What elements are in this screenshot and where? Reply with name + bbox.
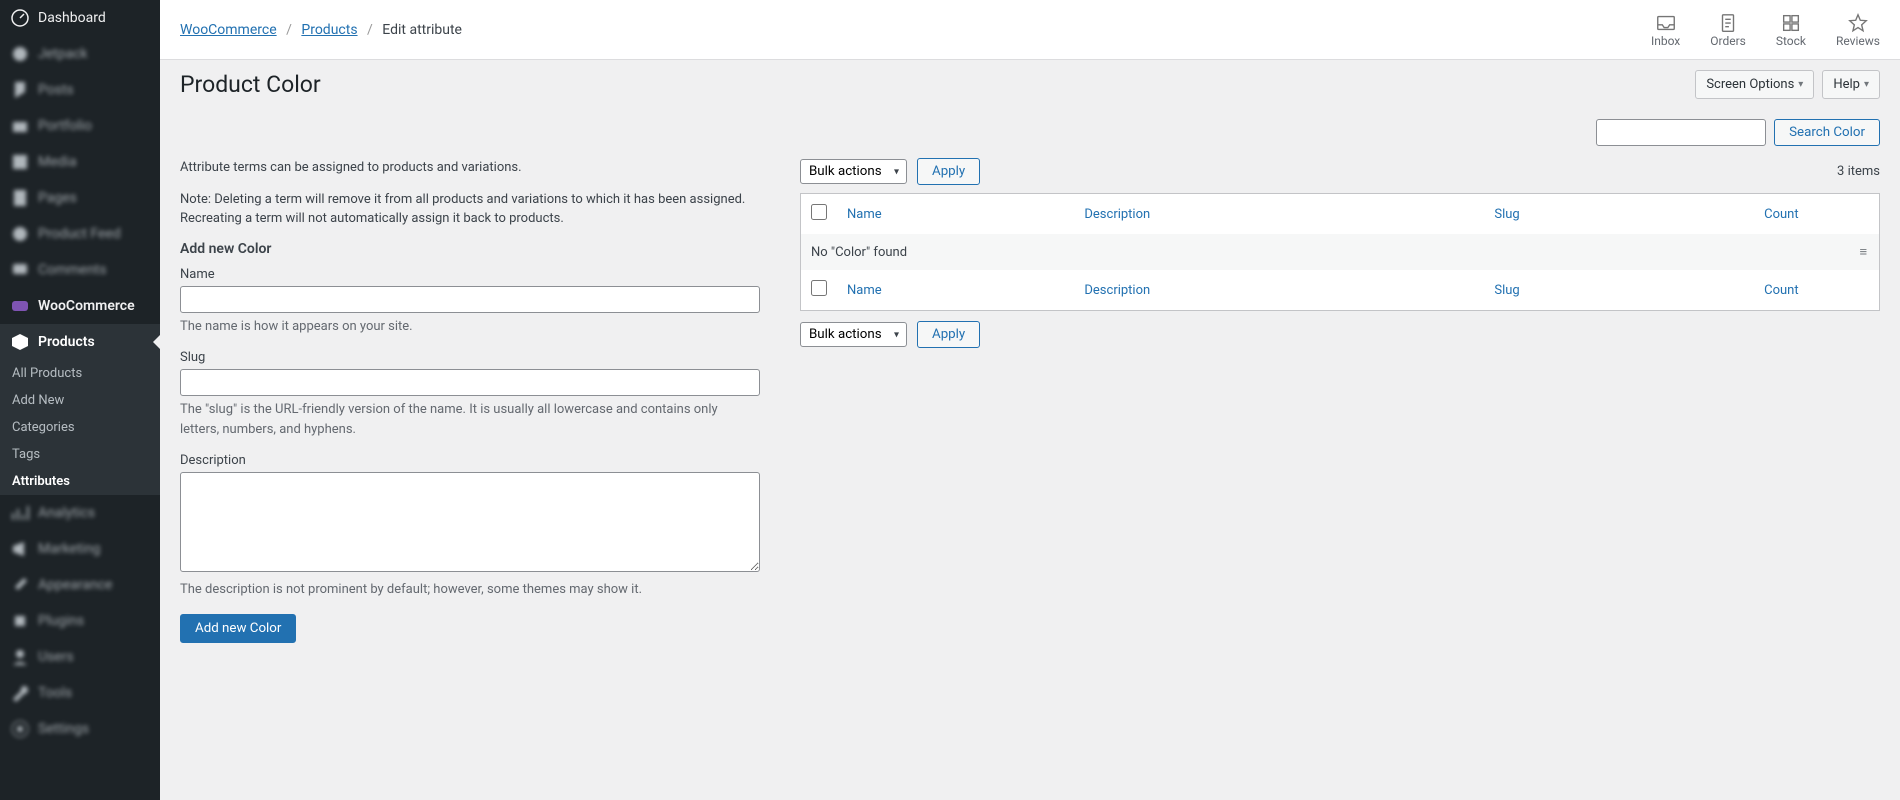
submenu-all-products[interactable]: All Products <box>0 360 160 387</box>
bulk-actions-top[interactable]: Bulk actions <box>800 159 907 184</box>
page-content: Product Color Screen Options Help Search… <box>160 60 1900 800</box>
bulk-actions-bottom[interactable]: Bulk actions <box>800 322 907 347</box>
sidebar-item-settings[interactable]: Settings <box>0 711 160 747</box>
generic-icon <box>10 44 30 64</box>
breadcrumb-products[interactable]: Products <box>301 22 357 38</box>
add-new-heading: Add new Color <box>180 241 760 257</box>
feed-icon <box>10 224 30 244</box>
sidebar-item-products[interactable]: Products <box>0 324 160 360</box>
sidebar-item-productfeed[interactable]: Product Feed <box>0 216 160 252</box>
sidebar-item-comments[interactable]: Comments <box>0 252 160 288</box>
brush-icon <box>10 575 30 595</box>
col-count[interactable]: Count <box>1764 207 1798 222</box>
briefcase-icon <box>10 116 30 136</box>
sidebar-item-jetpack[interactable]: Jetpack <box>0 36 160 72</box>
megaphone-icon <box>10 539 30 559</box>
no-items-message: No "Color" found <box>801 234 1850 270</box>
intro-text: Attribute terms can be assigned to produ… <box>180 158 760 178</box>
help-button[interactable]: Help <box>1822 70 1880 99</box>
sidebar-item-media[interactable]: Media <box>0 144 160 180</box>
items-count: 3 items <box>1837 164 1880 179</box>
woocommerce-icon <box>10 296 30 316</box>
description-input[interactable] <box>180 472 760 572</box>
submenu-attributes[interactable]: Attributes <box>0 468 160 495</box>
orders-button[interactable]: Orders <box>1710 12 1746 48</box>
col-description-foot[interactable]: Description <box>1084 283 1150 298</box>
breadcrumb: WooCommerce / Products / Edit attribute <box>180 6 462 54</box>
sidebar-label: Dashboard <box>38 10 106 26</box>
sidebar-item-posts[interactable]: Posts <box>0 72 160 108</box>
sidebar-item-appearance[interactable]: Appearance <box>0 567 160 603</box>
sidebar-item-pages[interactable]: Pages <box>0 180 160 216</box>
reviews-icon <box>1847 12 1869 34</box>
search-button[interactable]: Search Color <box>1774 119 1880 146</box>
chart-icon <box>10 503 30 523</box>
sidebar-label: WooCommerce <box>38 298 135 314</box>
wrench-icon <box>10 683 30 703</box>
comment-icon <box>10 260 30 280</box>
page-icon <box>10 188 30 208</box>
sidebar-item-woocommerce[interactable]: WooCommerce <box>0 288 160 324</box>
select-all-bottom[interactable] <box>811 280 827 296</box>
col-name-foot[interactable]: Name <box>847 283 882 298</box>
admin-sidebar: Dashboard Jetpack Posts Portfolio Media … <box>0 0 160 800</box>
sidebar-item-analytics[interactable]: Analytics <box>0 495 160 531</box>
submenu-categories[interactable]: Categories <box>0 414 160 441</box>
screen-options-button[interactable]: Screen Options <box>1695 70 1814 99</box>
name-input[interactable] <box>180 286 760 313</box>
name-desc: The name is how it appears on your site. <box>180 317 760 337</box>
slug-input[interactable] <box>180 369 760 396</box>
sidebar-item-portfolio[interactable]: Portfolio <box>0 108 160 144</box>
reorder-icon: ≡ <box>1850 234 1880 270</box>
terms-list: Bulk actions Apply 3 items Name Descript… <box>800 158 1880 643</box>
user-icon <box>10 647 30 667</box>
name-label: Name <box>180 267 760 282</box>
page-title: Product Color <box>180 71 321 98</box>
apply-top[interactable]: Apply <box>917 158 980 185</box>
gear-icon <box>10 719 30 739</box>
submit-button[interactable]: Add new Color <box>180 614 296 643</box>
apply-bottom[interactable]: Apply <box>917 321 980 348</box>
slug-desc: The "slug" is the URL-friendly version o… <box>180 400 760 439</box>
col-count-foot[interactable]: Count <box>1764 283 1798 298</box>
sidebar-item-marketing[interactable]: Marketing <box>0 531 160 567</box>
description-label: Description <box>180 453 760 468</box>
media-icon <box>10 152 30 172</box>
inbox-button[interactable]: Inbox <box>1651 12 1680 48</box>
main-content: WooCommerce / Products / Edit attribute … <box>160 0 1900 800</box>
submenu-tags[interactable]: Tags <box>0 441 160 468</box>
col-slug[interactable]: Slug <box>1494 207 1519 222</box>
orders-icon <box>1717 12 1739 34</box>
products-icon <box>10 332 30 352</box>
top-icons: Inbox Orders Stock Reviews <box>1651 12 1880 48</box>
slug-label: Slug <box>180 350 760 365</box>
col-name[interactable]: Name <box>847 207 882 222</box>
breadcrumb-current: Edit attribute <box>382 22 462 38</box>
submenu-add-new[interactable]: Add New <box>0 387 160 414</box>
description-desc: The description is not prominent by defa… <box>180 580 760 600</box>
reviews-button[interactable]: Reviews <box>1836 12 1880 48</box>
terms-table: Name Description Slug Count No "Color" f… <box>800 193 1880 311</box>
pin-icon <box>10 80 30 100</box>
topbar: WooCommerce / Products / Edit attribute … <box>160 0 1900 60</box>
col-description[interactable]: Description <box>1084 207 1150 222</box>
breadcrumb-woocommerce[interactable]: WooCommerce <box>180 22 277 38</box>
sidebar-label: Products <box>38 334 95 350</box>
search-input[interactable] <box>1596 119 1766 146</box>
col-slug-foot[interactable]: Slug <box>1494 283 1519 298</box>
note-text: Note: Deleting a term will remove it fro… <box>180 190 760 229</box>
sidebar-item-users[interactable]: Users <box>0 639 160 675</box>
sidebar-item-tools[interactable]: Tools <box>0 675 160 711</box>
select-all-top[interactable] <box>811 204 827 220</box>
dashboard-icon <box>10 8 30 28</box>
sidebar-item-dashboard[interactable]: Dashboard <box>0 0 160 36</box>
products-submenu: All Products Add New Categories Tags Att… <box>0 360 160 495</box>
inbox-icon <box>1655 12 1677 34</box>
stock-icon <box>1780 12 1802 34</box>
plug-icon <box>10 611 30 631</box>
sidebar-item-plugins[interactable]: Plugins <box>0 603 160 639</box>
stock-button[interactable]: Stock <box>1776 12 1806 48</box>
add-term-form: Attribute terms can be assigned to produ… <box>180 158 760 643</box>
